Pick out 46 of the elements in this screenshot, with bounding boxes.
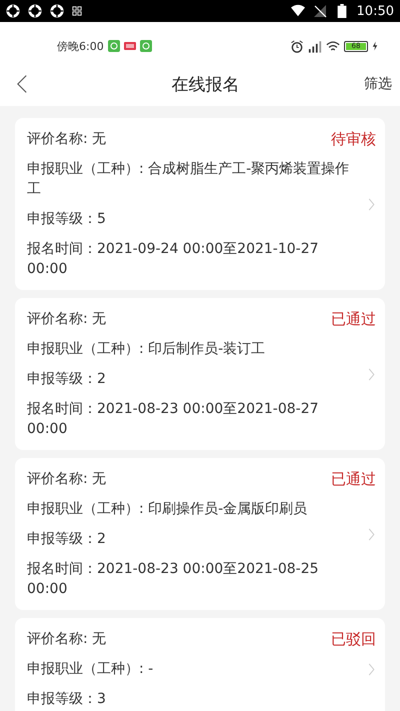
registration-card[interactable]: 评价名称: 无 已通过 申报职业（工种）: 印后制作员-装订工 申报等级：2 报名时间：2021-08-23 00:00至2021-08-27 00:00 (15, 298, 385, 450)
registration-card[interactable]: 评价名称: 无 待审核 申报职业（工种）: 合成树脂生产工-聚丙烯装置操作工 申报等级：5 报名时间：2021-09-24 00:00至2021-10-27 00:00 (15, 118, 385, 290)
battery-icon (334, 4, 349, 18)
record-field: 申报等级：2 (27, 529, 106, 549)
charging-icon (372, 41, 378, 51)
status-time: 傍晚6:00 (57, 38, 104, 54)
chevron-right-icon (368, 198, 375, 210)
record-field: 申报等级：2 (27, 369, 106, 389)
wifi-icon (326, 40, 340, 52)
registration-card[interactable]: 评价名称: 无 已通过 申报职业（工种）: 印刷操作员-金属版印刷员 申报等级：2 报名时间：2021-08-23 00:00至2021-08-25 00:00 (15, 458, 385, 610)
status-label: 待审核 (331, 129, 376, 149)
record-field: 申报职业（工种）: 合成树脂生产工-聚丙烯装置操作工 (27, 159, 362, 199)
status-label: 已通过 (331, 309, 376, 329)
record-field: 申报职业（工种）: 印后制作员-装订工 (27, 339, 266, 359)
filter-button[interactable]: 筛选 (364, 75, 392, 93)
clock-time: 10:50 (356, 4, 394, 18)
wifi-icon (290, 4, 305, 18)
record-field: 申报职业（工种）: - (27, 659, 154, 679)
record-field: 申报等级：5 (27, 209, 106, 229)
record-field: 报名时间：2021-08-23 00:00至2021-08-27 00:00 (27, 399, 362, 439)
app-notification-icon (6, 4, 20, 18)
status-label: 已通过 (331, 469, 376, 489)
page-title: 在线报名 (172, 74, 240, 96)
back-icon[interactable] (17, 74, 27, 94)
chevron-right-icon (368, 368, 375, 380)
app-notification-icon (108, 40, 120, 52)
chevron-right-icon (368, 662, 375, 676)
record-field: 申报职业（工种）: 印刷操作员-金属版印刷员 (27, 499, 308, 519)
record-field: 报名时间：2021-09-24 00:00至2021-10-27 00:00 (27, 239, 362, 279)
no-signal-icon (312, 4, 327, 18)
record-field: 评价名称: 无 (27, 629, 106, 649)
status-label: 已驳回 (331, 629, 376, 649)
record-field: 报名时间：2021-08-23 00:00至2021-08-25 00:00 (27, 559, 362, 599)
chevron-right-icon (368, 528, 375, 540)
app-notification-icon (28, 4, 42, 18)
record-field: 评价名称: 无 (27, 469, 106, 489)
signal-icon (308, 40, 322, 52)
alarm-icon (290, 40, 304, 52)
grid-icon (72, 6, 82, 16)
record-field: 评价名称: 无 (27, 129, 106, 149)
record-field: 申报等级：3 (27, 689, 106, 709)
registration-card[interactable]: 评价名称: 无 已驳回 申报职业（工种）: - 申报等级：3 (15, 618, 385, 711)
app-notification-icon (140, 40, 152, 52)
app-notification-icon (124, 40, 136, 52)
record-field: 评价名称: 无 (27, 309, 106, 329)
app-notification-icon (50, 4, 64, 18)
